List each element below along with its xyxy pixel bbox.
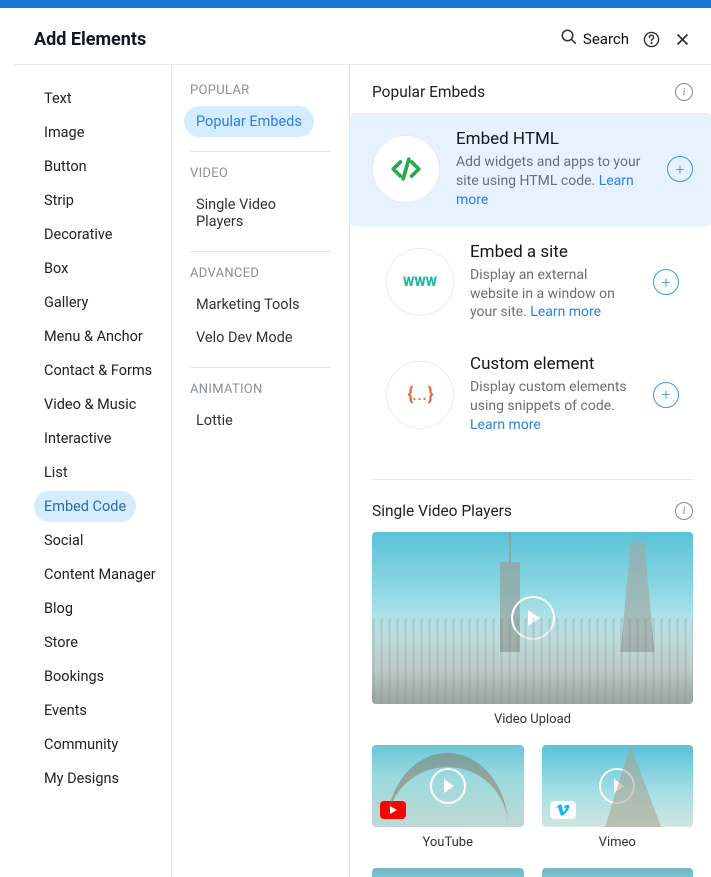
play-icon [511, 596, 555, 640]
category-item[interactable]: Box [34, 253, 78, 284]
search-button[interactable]: Search [560, 28, 629, 50]
embed-description: Display an external website in a window … [470, 266, 637, 323]
video-upload-label: Video Upload [372, 712, 693, 727]
search-icon [560, 28, 578, 50]
play-icon [430, 768, 466, 804]
subsection-heading: ANIMATION [184, 382, 337, 405]
category-item[interactable]: Interactive [34, 423, 121, 454]
category-item[interactable]: Strip [34, 185, 84, 216]
category-item[interactable]: Community [34, 729, 128, 760]
info-icon[interactable]: i [675, 83, 693, 101]
video-vimeo-label: Vimeo [542, 835, 694, 850]
code-icon [372, 135, 440, 203]
subcategory-list: POPULARPopular Embeds VIDEOSingle Video P… [172, 65, 350, 877]
category-item[interactable]: Contact & Forms [34, 355, 162, 386]
category-item[interactable]: Embed Code [34, 491, 136, 522]
embed-card[interactable]: Embed HTML Add widgets and apps to your s… [350, 113, 711, 226]
subsection-item[interactable]: Single Video Players [184, 189, 337, 237]
info-icon[interactable]: i [675, 502, 693, 520]
learn-more-link[interactable]: Learn more [470, 417, 541, 433]
add-button[interactable]: + [653, 382, 679, 408]
subsection-heading: VIDEO [184, 166, 337, 189]
embed-card[interactable]: {...} Custom element Display custom elemen… [372, 338, 693, 451]
subsection-item[interactable]: Velo Dev Mode [184, 322, 305, 353]
content-area: Popular Embeds i Embed HTML Add widgets a… [350, 65, 711, 877]
vimeo-badge-icon [550, 801, 576, 819]
category-item[interactable]: Video & Music [34, 389, 146, 420]
category-item[interactable]: Text [34, 83, 82, 114]
video-youtube-item[interactable]: YouTube [372, 745, 524, 850]
video-upload-item[interactable]: Video Upload [372, 532, 693, 727]
category-item[interactable]: Social [34, 525, 93, 556]
video-vimeo-item[interactable]: Vimeo [542, 745, 694, 850]
category-item[interactable]: Bookings [34, 661, 114, 692]
embed-card[interactable]: WWW Embed a site Display an external websi… [372, 226, 693, 339]
category-item[interactable]: My Designs [34, 763, 129, 794]
category-item[interactable]: List [34, 457, 78, 488]
subsection-heading: ADVANCED [184, 266, 337, 289]
add-button[interactable]: + [653, 269, 679, 295]
category-item[interactable]: Image [34, 117, 94, 148]
subsection-item[interactable]: Marketing Tools [184, 289, 312, 320]
play-icon [599, 768, 635, 804]
subsection-item[interactable]: Popular Embeds [184, 106, 314, 137]
panel-title: Add Elements [34, 29, 560, 50]
category-item[interactable]: Content Manager [34, 559, 166, 590]
subsection-item[interactable]: Lottie [184, 405, 245, 436]
learn-more-link[interactable]: Learn more [530, 304, 601, 320]
embed-description: Add widgets and apps to your site using … [456, 153, 651, 210]
category-item[interactable]: Blog [34, 593, 83, 624]
help-button[interactable] [643, 31, 660, 48]
category-list: TextImageButtonStripDecorativeBoxGallery… [14, 65, 172, 877]
video-item[interactable] [542, 868, 694, 877]
category-item[interactable]: Menu & Anchor [34, 321, 153, 352]
category-item[interactable]: Store [34, 627, 88, 658]
learn-more-link[interactable]: Learn more [456, 173, 634, 208]
category-item[interactable]: Events [34, 695, 97, 726]
category-item[interactable]: Gallery [34, 287, 98, 318]
category-item[interactable]: Decorative [34, 219, 122, 250]
embed-description: Display custom elements using snippets o… [470, 378, 637, 435]
embed-title: Custom element [470, 354, 637, 374]
curly-icon: {...} [386, 361, 454, 429]
add-button[interactable]: + [667, 156, 693, 182]
section-video-players-title: Single Video Players [372, 502, 675, 520]
www-icon: WWW [386, 248, 454, 316]
youtube-badge-icon [380, 801, 406, 819]
embed-title: Embed HTML [456, 129, 651, 149]
close-button[interactable] [674, 31, 691, 48]
subsection-heading: POPULAR [184, 83, 337, 106]
video-youtube-label: YouTube [372, 835, 524, 850]
video-item[interactable] [372, 868, 524, 877]
section-popular-embeds-title: Popular Embeds [372, 83, 675, 101]
embed-title: Embed a site [470, 242, 637, 262]
search-label: Search [583, 30, 629, 48]
category-item[interactable]: Button [34, 151, 97, 182]
